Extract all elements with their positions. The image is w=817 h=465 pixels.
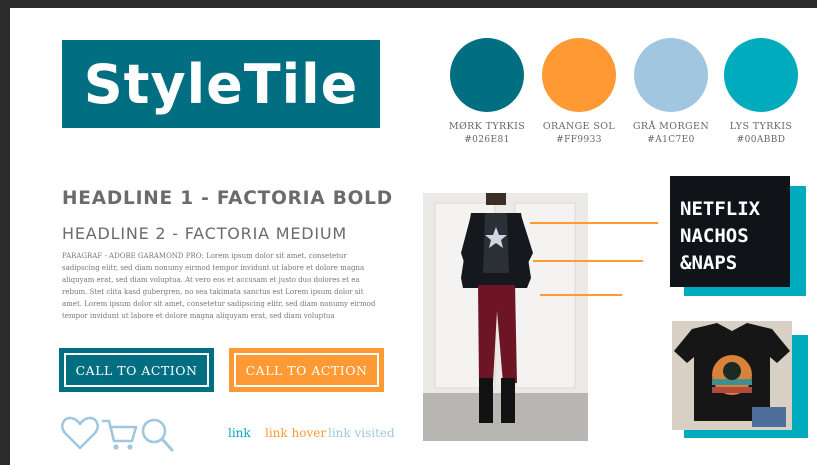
swatch-hex: #A1C7E0 [647, 135, 695, 145]
search-icon[interactable] [141, 418, 174, 452]
shirt-1-print: NETFLIX NACHOS &NAPS [680, 196, 760, 277]
cta-secondary-button[interactable]: CALL TO ACTION [229, 348, 384, 392]
shirt-2-image [672, 321, 792, 430]
swatch-hex: #00ABBD [736, 135, 786, 145]
heart-icon[interactable] [61, 416, 99, 450]
swatch-hex: #FF9933 [556, 135, 602, 145]
link-default[interactable]: link [228, 426, 251, 440]
icon-set [61, 416, 174, 452]
cart-icon[interactable] [102, 419, 138, 450]
swatch-name: LYS TYRKIS [729, 121, 793, 132]
link-hover[interactable]: link hover [265, 426, 326, 440]
swatch-name: GRÅ MORGEN [632, 121, 710, 132]
headline-2: HEADLINE 2 - FACTORIA MEDIUM [62, 224, 348, 243]
swatch-2: ORANGE SOL #FF9933 [534, 38, 624, 145]
logo: StyleTile [62, 40, 380, 128]
swatch-1: MØRK TYRKIS #026E81 [442, 38, 532, 145]
shirt-1-line: NETFLIX [680, 198, 761, 220]
swatch-4: LYS TYRKIS #00ABBD [716, 38, 806, 145]
paragraph-sample: PARAGRAF - ADOBE GARAMOND PRO: Lorem ips… [62, 252, 376, 320]
swatch-name: ORANGE SOL [542, 121, 616, 132]
swatch-circle [634, 38, 708, 112]
shirt-1-line: &NAPS [680, 252, 738, 274]
logo-text: StyleTile [83, 52, 359, 116]
cta-primary-label: CALL TO ACTION [64, 353, 209, 387]
cta-primary-button[interactable]: CALL TO ACTION [59, 348, 214, 392]
swatch-circle [450, 38, 524, 112]
swatch-circle [542, 38, 616, 112]
swatch-name: MØRK TYRKIS [448, 121, 526, 132]
annotation-line [540, 294, 622, 296]
link-visited[interactable]: link visited [328, 426, 395, 440]
style-tile-sheet: StyleTile MØRK TYRKIS #026E81 ORANGE SOL… [10, 8, 817, 465]
swatch-hex: #026E81 [464, 135, 510, 145]
shirt-1-line: NACHOS [680, 225, 749, 247]
outfit-photo [423, 193, 588, 441]
annotation-line [530, 222, 658, 224]
swatch-3: GRÅ MORGEN #A1C7E0 [626, 38, 716, 145]
annotation-line [533, 260, 643, 262]
swatch-circle [724, 38, 798, 112]
headline-1: HEADLINE 1 - FACTORIA BOLD [62, 188, 393, 209]
cta-secondary-label: CALL TO ACTION [234, 353, 379, 387]
shirt-1-image: NETFLIX NACHOS &NAPS [670, 176, 790, 287]
